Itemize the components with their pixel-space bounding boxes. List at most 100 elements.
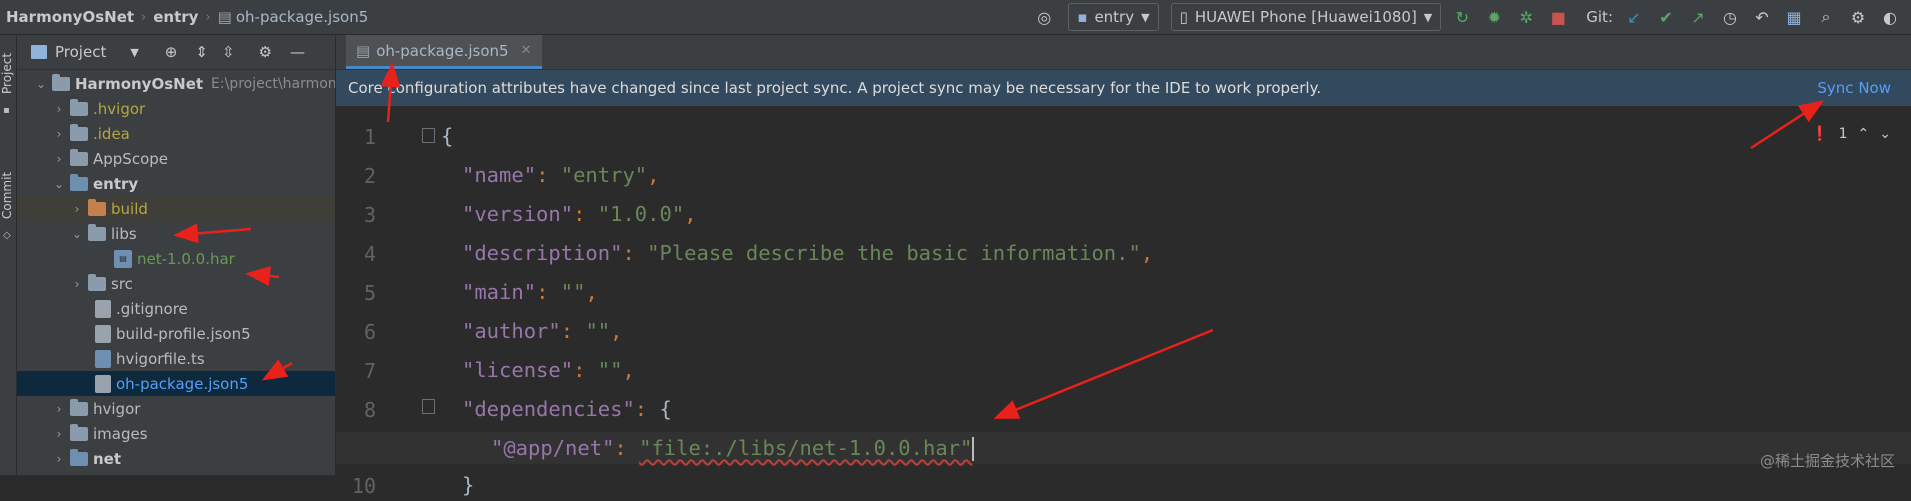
- search-icon[interactable]: ⌕: [1815, 6, 1837, 28]
- tree-item-appscope[interactable]: › AppScope: [17, 146, 335, 171]
- tree-item-label: entry: [93, 174, 139, 193]
- code-area[interactable]: { "name": "entry", "version": "1.0.0", "…: [336, 106, 1911, 497]
- tree-item-gitignore[interactable]: .gitignore: [17, 296, 335, 321]
- tree-item-label: src: [111, 274, 133, 293]
- breadcrumb-file[interactable]: oh-package.json5: [236, 8, 368, 26]
- chevron-right-icon[interactable]: ›: [51, 402, 67, 416]
- run-config-selector[interactable]: ▪ entry ▼: [1068, 3, 1159, 31]
- code-brace: }: [462, 473, 475, 497]
- hide-icon[interactable]: ◐: [1879, 6, 1901, 28]
- tree-item-hvigorfile[interactable]: hvigorfile.ts: [17, 346, 335, 371]
- current-code-line: "@app/net": "file:./libs/net-1.0.0.har": [336, 432, 1911, 464]
- chevron-right-icon[interactable]: ›: [51, 102, 67, 116]
- project-tool-tab[interactable]: Project: [0, 43, 16, 103]
- project-panel-title[interactable]: Project: [55, 43, 106, 61]
- tree-item-src[interactable]: › src: [17, 271, 335, 296]
- sync-run-icon[interactable]: ↻: [1451, 6, 1473, 28]
- chevron-right-icon[interactable]: ›: [51, 152, 67, 166]
- json-key: "version": [462, 202, 574, 226]
- chevron-down-icon[interactable]: ⌄: [69, 227, 85, 241]
- tree-item-entry[interactable]: ⌄ entry: [17, 171, 335, 196]
- sync-banner-message: Core configuration attributes have chang…: [348, 79, 1322, 97]
- code-line: {: [441, 120, 453, 152]
- chevron-right-icon[interactable]: ›: [69, 277, 85, 291]
- close-icon[interactable]: ✕: [521, 43, 532, 58]
- sync-now-link[interactable]: Sync Now: [1817, 79, 1891, 97]
- chevron-down-icon[interactable]: ⌄: [33, 77, 49, 91]
- tree-item-net-har[interactable]: ▤ net-1.0.0.har: [17, 246, 335, 271]
- tree-item-hvigor-hidden[interactable]: › .hvigor: [17, 96, 335, 121]
- tree-root[interactable]: ⌄ HarmonyOsNet E:\project\harmon: [17, 71, 335, 96]
- git-push-icon[interactable]: ↗: [1687, 6, 1709, 28]
- gear-icon[interactable]: ⚙: [259, 43, 272, 61]
- commit-tool-tab[interactable]: Commit: [0, 165, 16, 225]
- tree-item-net[interactable]: › net: [17, 446, 335, 471]
- chevron-right-icon: ›: [205, 9, 211, 25]
- expand-all-icon[interactable]: ⇕: [195, 43, 208, 61]
- editor-tab-bar: ▤ oh-package.json5 ✕: [336, 35, 1911, 70]
- tree-item-hvigor[interactable]: › hvigor: [17, 396, 335, 421]
- tree-item-idea[interactable]: › .idea: [17, 121, 335, 146]
- locate-icon[interactable]: ⊕: [165, 43, 178, 61]
- line-number: 5: [363, 281, 376, 305]
- code-line: }: [462, 469, 474, 501]
- tree-item-label: net: [93, 449, 122, 468]
- chevron-right-icon[interactable]: ›: [69, 202, 85, 216]
- tab-oh-package[interactable]: ▤ oh-package.json5 ✕: [346, 35, 542, 69]
- chevron-right-icon[interactable]: ›: [51, 427, 67, 441]
- git-update-icon[interactable]: ↙: [1623, 6, 1645, 28]
- watermark: @稀土掘金技术社区: [1759, 452, 1895, 470]
- tree-item-label: images: [93, 424, 148, 443]
- line-number: 4: [363, 242, 376, 266]
- tree-item-label: AppScope: [93, 149, 168, 168]
- breadcrumb-module[interactable]: entry: [153, 8, 198, 26]
- json-value: "": [597, 358, 623, 382]
- folder-icon: [70, 98, 88, 116]
- chevron-right-icon[interactable]: ›: [51, 452, 67, 466]
- tree-item-label: libs: [111, 224, 137, 243]
- attach-debugger-icon[interactable]: ✲: [1515, 6, 1537, 28]
- project-structure-icon[interactable]: ▦: [1783, 6, 1805, 28]
- json-value: "entry": [560, 163, 648, 187]
- code-line: "main": "",: [462, 280, 598, 304]
- stop-icon[interactable]: ■: [1547, 6, 1569, 28]
- toolbar-actions: ◎ ▪ entry ▼ ▯ HUAWEI Phone [Huawei1080] …: [1028, 0, 1911, 34]
- tool-window-stripe: Project ▪ Commit ◇: [0, 35, 17, 475]
- file-icon: [95, 299, 111, 318]
- line-number: 8: [363, 398, 376, 422]
- breadcrumb-project[interactable]: HarmonyOsNet: [6, 8, 134, 26]
- phone-icon: ▯: [1179, 8, 1188, 26]
- json-value: "": [560, 280, 586, 304]
- chevron-right-icon[interactable]: ›: [51, 127, 67, 141]
- tree-item-build[interactable]: › build: [17, 196, 335, 221]
- history-icon[interactable]: ◷: [1719, 6, 1741, 28]
- tree-item-label: build: [111, 199, 148, 218]
- device-label: HUAWEI Phone [Huawei1080]: [1194, 8, 1417, 26]
- debug-icon[interactable]: ✹: [1483, 6, 1505, 28]
- git-label: Git:: [1586, 8, 1613, 26]
- settings-icon[interactable]: ⚙: [1847, 6, 1869, 28]
- project-panel-header: Project ▼ ⊕ ⇕ ⇳ ⚙ —: [17, 35, 335, 70]
- json-file-icon: [95, 374, 111, 393]
- sync-banner: Core configuration attributes have chang…: [336, 70, 1911, 106]
- minimize-icon[interactable]: —: [290, 43, 305, 61]
- rollback-icon[interactable]: ↶: [1751, 6, 1773, 28]
- tree-item-images[interactable]: › images: [17, 421, 335, 446]
- json-file-icon: [95, 324, 111, 343]
- tree-item-label: build-profile.json5: [116, 324, 251, 343]
- module-folder-icon: [70, 448, 88, 466]
- code-line: "description": "Please describe the basi…: [462, 241, 1154, 265]
- tree-item-build-profile[interactable]: build-profile.json5: [17, 321, 335, 346]
- editor-area: ▤ oh-package.json5 ✕ Core configuration …: [336, 35, 1911, 498]
- chevron-down-icon[interactable]: ⌄: [51, 177, 67, 191]
- chevron-down-icon[interactable]: ▼: [130, 46, 138, 59]
- line-number: 2: [363, 164, 376, 188]
- collapse-all-icon[interactable]: ⇳: [222, 43, 235, 61]
- tree-item-oh-package[interactable]: oh-package.json5: [17, 371, 335, 396]
- breadcrumb: HarmonyOsNet › entry › ▤ oh-package.json…: [0, 8, 368, 26]
- target-icon[interactable]: ◎: [1033, 6, 1055, 28]
- git-commit-icon[interactable]: ✔: [1655, 6, 1677, 28]
- tree-item-libs[interactable]: ⌄ libs: [17, 221, 335, 246]
- code-line: "author": "",: [462, 319, 623, 343]
- device-selector[interactable]: ▯ HUAWEI Phone [Huawei1080] ▼: [1170, 3, 1442, 31]
